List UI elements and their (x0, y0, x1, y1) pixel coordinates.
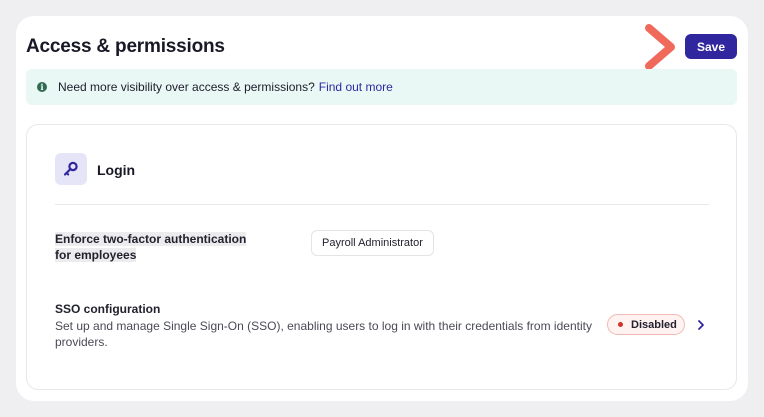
status-badge: Disabled (607, 314, 685, 335)
login-section-title: Login (97, 162, 136, 178)
section-divider (55, 204, 709, 205)
status-label: Disabled (631, 318, 677, 331)
key-icon (63, 161, 78, 176)
banner-text: Need more visibility over access & permi… (58, 80, 315, 94)
login-icon-tile (55, 153, 87, 185)
role-chip[interactable]: Payroll Administrator (311, 230, 434, 256)
save-button[interactable]: Save (685, 34, 737, 59)
chevron-right-icon[interactable] (695, 318, 707, 332)
two-factor-setting-label: Enforce two-factor authentication for em… (55, 232, 247, 262)
pointer-chevron-icon (645, 24, 675, 70)
find-out-more-link[interactable]: Find out more (319, 80, 393, 94)
page-title: Access & permissions (26, 36, 225, 57)
sso-title: SSO configuration (55, 302, 161, 316)
info-icon: i (37, 82, 47, 92)
status-dot-icon (618, 322, 623, 327)
sso-description: Set up and manage Single Sign-On (SSO), … (55, 319, 592, 349)
info-banner: i Need more visibility over access & per… (26, 69, 737, 105)
